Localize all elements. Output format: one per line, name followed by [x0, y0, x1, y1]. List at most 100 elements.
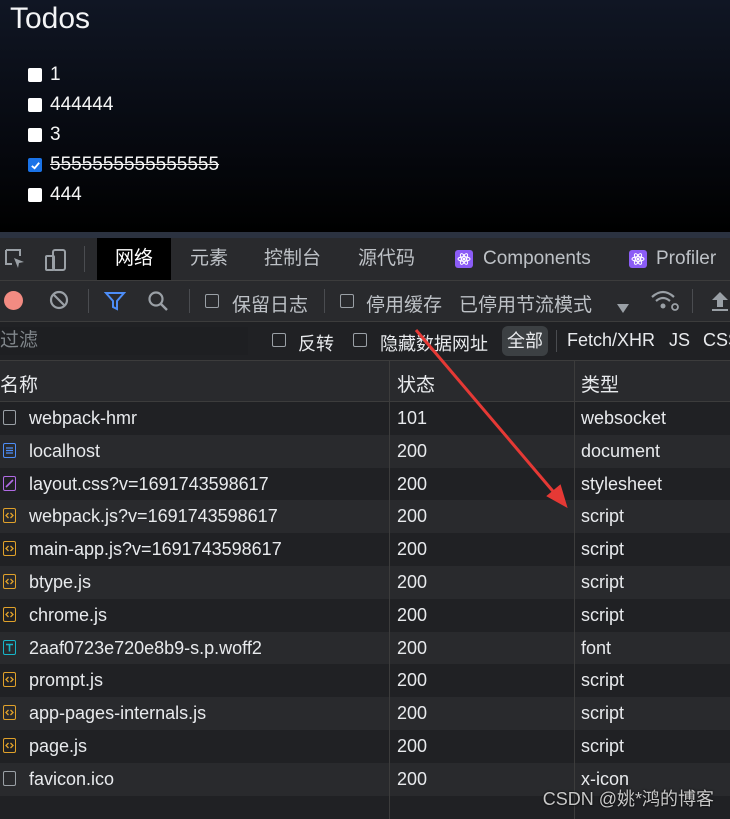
request-status: 200: [397, 735, 428, 756]
todo-checkbox[interactable]: [28, 188, 42, 202]
request-status: 200: [397, 670, 428, 691]
todo-text: 444: [50, 184, 82, 205]
table-row[interactable]: chrome.js 200 script: [0, 599, 730, 632]
request-name: chrome.js: [29, 604, 108, 625]
table-row[interactable]: main-app.js?v=1691743598617 200 script: [0, 533, 730, 566]
table-row[interactable]: localhost 200 document: [0, 434, 730, 468]
request-status: 200: [397, 539, 428, 560]
request-status: 101: [397, 408, 428, 428]
request-status: 200: [397, 473, 428, 494]
filter-fetch-xhr-button[interactable]: Fetch/XHR: [567, 330, 655, 351]
table-header: 名称 状态 类型: [0, 361, 730, 402]
react-icon: [455, 250, 473, 273]
column-divider: [389, 361, 390, 819]
filter-js-button[interactable]: JS: [669, 330, 690, 351]
table-row[interactable]: 2aaf0723e720e8b9-s.p.woff2 200 font: [0, 631, 730, 665]
filter-input[interactable]: 过滤: [0, 327, 248, 355]
column-header-status[interactable]: 状态: [397, 370, 435, 397]
todo-item: 5555555555555555: [28, 150, 219, 180]
request-type: script: [581, 735, 625, 756]
request-type: document: [581, 440, 661, 461]
todo-checkbox[interactable]: [28, 68, 42, 82]
network-toolbar: 保留日志 停用缓存 已停用节流模式: [0, 281, 730, 322]
request-type: script: [581, 703, 625, 724]
hide-data-urls-checkbox[interactable]: [353, 333, 367, 347]
toolbar-divider: [84, 246, 85, 272]
request-name: layout.css?v=1691743598617: [29, 473, 269, 494]
request-status: 200: [397, 768, 428, 789]
disable-cache-checkbox[interactable]: [340, 294, 354, 308]
request-type: font: [581, 637, 612, 658]
toolbar-divider: [692, 289, 693, 313]
invert-checkbox[interactable]: [272, 333, 286, 347]
import-har-icon[interactable]: [710, 290, 730, 318]
filter-all-button[interactable]: 全部: [502, 326, 548, 356]
tab-elements[interactable]: 元素: [190, 238, 228, 280]
todo-text: 3: [50, 124, 61, 145]
column-header-type[interactable]: 类型: [581, 370, 619, 397]
todo-text: 1: [50, 64, 61, 85]
js-file-icon: [3, 705, 16, 721]
watermark: CSDN @姚*鸿的博客: [542, 789, 714, 809]
doc-file-icon: [3, 442, 16, 458]
tab-components[interactable]: Components: [483, 238, 591, 280]
request-type: script: [581, 571, 625, 592]
filter-css-button[interactable]: CSS: [703, 330, 730, 351]
search-icon[interactable]: [147, 290, 169, 318]
table-row[interactable]: page.js 200 script: [0, 730, 730, 763]
tab-network[interactable]: 网络: [97, 238, 172, 280]
table-row[interactable]: webpack-hmr 101 websocket: [0, 402, 730, 435]
device-toolbar-icon[interactable]: [44, 248, 68, 277]
request-name: 2aaf0723e720e8b9-s.p.woff2: [29, 637, 262, 658]
checkmark-icon: [30, 161, 40, 170]
request-status: 200: [397, 637, 428, 658]
request-name: favicon.ico: [29, 768, 115, 789]
toolbar-divider: [324, 289, 325, 313]
clear-icon[interactable]: [49, 290, 69, 316]
devtools-panel: 网络 元素 控制台 源代码 Components Profiler 保留日志 停…: [0, 238, 730, 819]
table-row[interactable]: layout.css?v=1691743598617 200 stylesheet: [0, 468, 730, 501]
request-type: stylesheet: [581, 473, 663, 494]
network-conditions-icon[interactable]: [650, 289, 680, 319]
column-header-name[interactable]: 名称: [0, 370, 38, 397]
table-row[interactable]: webpack.js?v=1691743598617 200 script: [0, 500, 730, 534]
toolbar-divider: [556, 330, 557, 352]
todo-checkbox[interactable]: [28, 98, 42, 112]
disable-cache-label: 停用缓存: [366, 295, 443, 316]
todo-checkbox[interactable]: [28, 128, 42, 142]
toolbar-divider: [189, 289, 190, 313]
request-rows: webpack-hmr 101 websocket localhost 200 docum…: [0, 402, 730, 796]
devtools-tabbar: 网络 元素 控制台 源代码 Components Profiler: [0, 238, 730, 281]
request-type: script: [581, 506, 625, 527]
js-file-icon: [3, 508, 16, 524]
todo-app: Todos 1 444444 3 5555555555555555 444: [0, 0, 730, 232]
preserve-log-checkbox[interactable]: [205, 294, 219, 308]
table-row[interactable]: app-pages-internals.js 200 script: [0, 697, 730, 730]
throttling-select[interactable]: 已停用节流模式: [459, 290, 592, 317]
chevron-down-icon[interactable]: [617, 297, 629, 319]
tab-console[interactable]: 控制台: [264, 238, 321, 280]
table-row[interactable]: btype.js 200 script: [0, 565, 730, 599]
todo-item: 444: [28, 180, 219, 210]
request-name: localhost: [29, 440, 101, 461]
js-file-icon: [3, 541, 16, 557]
tab-sources[interactable]: 源代码: [358, 238, 415, 280]
record-icon[interactable]: [4, 291, 23, 310]
preserve-log-label: 保留日志: [232, 295, 309, 316]
request-name: page.js: [29, 735, 88, 756]
todo-text: 5555555555555555: [50, 154, 220, 175]
request-status: 200: [397, 604, 428, 625]
tab-profiler[interactable]: Profiler: [656, 238, 716, 280]
table-row[interactable]: prompt.js 200 script: [0, 664, 730, 697]
hide-data-urls-label: 隐藏数据网址: [380, 334, 488, 354]
request-name: btype.js: [29, 571, 92, 592]
request-name: main-app.js?v=1691743598617: [29, 539, 282, 560]
request-name: app-pages-internals.js: [29, 703, 207, 724]
todo-checkbox-checked[interactable]: [28, 158, 42, 172]
page-title: Todos: [10, 2, 91, 35]
filter-icon[interactable]: [103, 290, 127, 318]
request-name: prompt.js: [29, 670, 104, 691]
request-status: 200: [397, 703, 428, 724]
css-file-icon: [3, 475, 16, 491]
inspect-element-icon[interactable]: [4, 248, 26, 275]
